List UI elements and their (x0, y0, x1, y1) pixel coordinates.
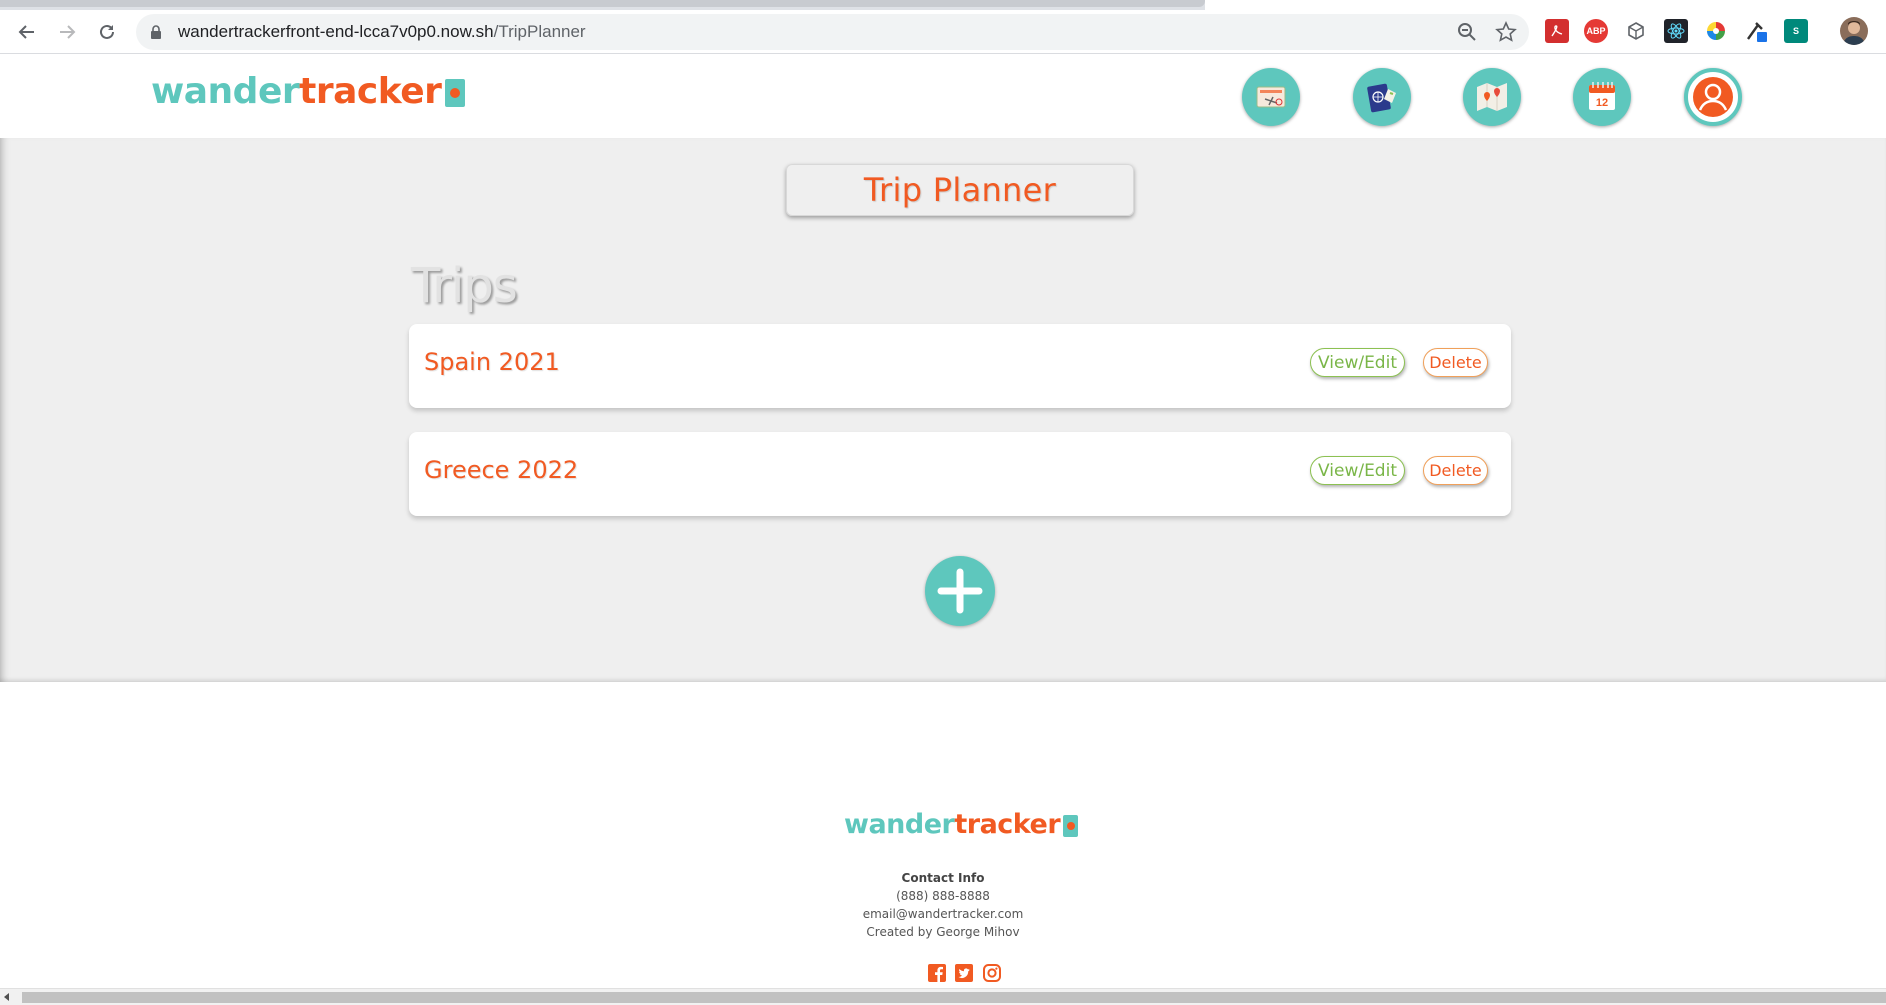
header-logo[interactable]: wandertracker (151, 71, 466, 112)
nav-calendar[interactable]: 12 (1573, 68, 1631, 126)
view-edit-button[interactable]: View/Edit (1310, 348, 1405, 377)
passport-icon (1367, 83, 1396, 113)
site-header: wandertracker 12 (0, 55, 1886, 138)
pdf-extension-icon[interactable] (1545, 19, 1569, 43)
contact-email: email@wandertracker.com (862, 907, 1024, 921)
logo-tracker: tracker (954, 809, 1061, 840)
logo-passport-icon (445, 79, 466, 107)
logo-wander: wander (151, 71, 300, 112)
map-icon (1477, 83, 1507, 111)
cube-extension-icon[interactable] (1624, 19, 1648, 43)
nav-passport[interactable] (1353, 68, 1411, 126)
back-button[interactable] (13, 18, 41, 46)
page-title: Trip Planner (863, 171, 1057, 209)
nav-map[interactable] (1463, 68, 1521, 126)
eyedropper-icon[interactable] (1744, 19, 1768, 43)
url-text[interactable]: wandertrackerfront-end-lcca7v0p0.now.sh/… (178, 22, 586, 42)
flight-tickets-icon (1256, 86, 1286, 108)
footer-logo[interactable]: wandertracker (844, 809, 1079, 840)
inactive-tab[interactable] (0, 0, 1205, 7)
url-host: wandertrackerfront-end-lcca7v0p0.now.sh (178, 22, 494, 41)
reload-icon (100, 24, 114, 39)
nav-flight-tickets[interactable] (1242, 68, 1300, 126)
trip-planner-main: Trip Planner Trips Spain 2021 View/Edit … (0, 138, 1886, 682)
plus-icon (937, 568, 983, 614)
delete-button[interactable]: Delete (1423, 456, 1488, 485)
tab-strip (0, 0, 1886, 10)
trip-name[interactable]: Spain 2021 (424, 348, 560, 376)
add-trip-button[interactable] (925, 556, 995, 626)
trip-card: Spain 2021 View/Edit Delete (409, 324, 1511, 408)
scroll-left-arrow-icon[interactable] (4, 993, 9, 1001)
creator-credit: Created by George Mihov (866, 925, 1020, 939)
profile-icon (1693, 77, 1733, 117)
calendar-day: 12 (1596, 97, 1608, 109)
trip-name[interactable]: Greece 2022 (424, 456, 578, 484)
calendar-icon: 12 (1589, 82, 1615, 110)
react-devtools-icon[interactable] (1664, 19, 1688, 43)
view-edit-button[interactable]: View/Edit (1310, 456, 1405, 485)
forward-button[interactable] (53, 18, 81, 46)
browser-profile-avatar[interactable] (1840, 17, 1868, 45)
contact-heading: Contact Info (901, 871, 985, 885)
logo-passport-icon (1063, 814, 1079, 837)
scrollbar-thumb[interactable] (22, 992, 1886, 1003)
facebook-link[interactable] (927, 963, 947, 983)
twitter-icon (955, 964, 973, 982)
zoom-out-icon[interactable] (1456, 21, 1478, 43)
contact-phone: (888) 888-8888 (896, 889, 990, 903)
nav-profile[interactable] (1684, 68, 1742, 126)
arrow-left-icon (18, 25, 34, 39)
url-path: /TripPlanner (493, 22, 586, 41)
logo-tracker: tracker (299, 71, 442, 112)
active-tab[interactable] (1205, 0, 1886, 10)
s-extension-icon[interactable]: S (1784, 19, 1808, 43)
page-title-box: Trip Planner (786, 164, 1134, 216)
site-footer: wandertracker Contact Info (888) 888-888… (0, 682, 1886, 988)
twitter-link[interactable] (954, 963, 974, 983)
color-picker-icon[interactable] (1704, 19, 1728, 43)
address-bar[interactable]: wandertrackerfront-end-lcca7v0p0.now.sh/… (136, 14, 1529, 50)
facebook-icon (928, 964, 946, 982)
trips-heading: Trips (411, 258, 518, 314)
trip-card: Greece 2022 View/Edit Delete (409, 432, 1511, 516)
bookmark-star-icon[interactable] (1495, 21, 1517, 43)
delete-button[interactable]: Delete (1423, 348, 1488, 377)
arrow-right-icon (60, 25, 76, 39)
reload-button[interactable] (93, 18, 121, 46)
adblock-plus-icon[interactable]: ABP (1584, 19, 1608, 43)
lock-icon[interactable] (150, 25, 162, 39)
horizontal-scrollbar[interactable] (0, 988, 1886, 1005)
browser-toolbar: wandertrackerfront-end-lcca7v0p0.now.sh/… (0, 10, 1886, 54)
instagram-icon (983, 964, 1001, 982)
instagram-link[interactable] (982, 963, 1002, 983)
logo-wander: wander (844, 809, 955, 840)
